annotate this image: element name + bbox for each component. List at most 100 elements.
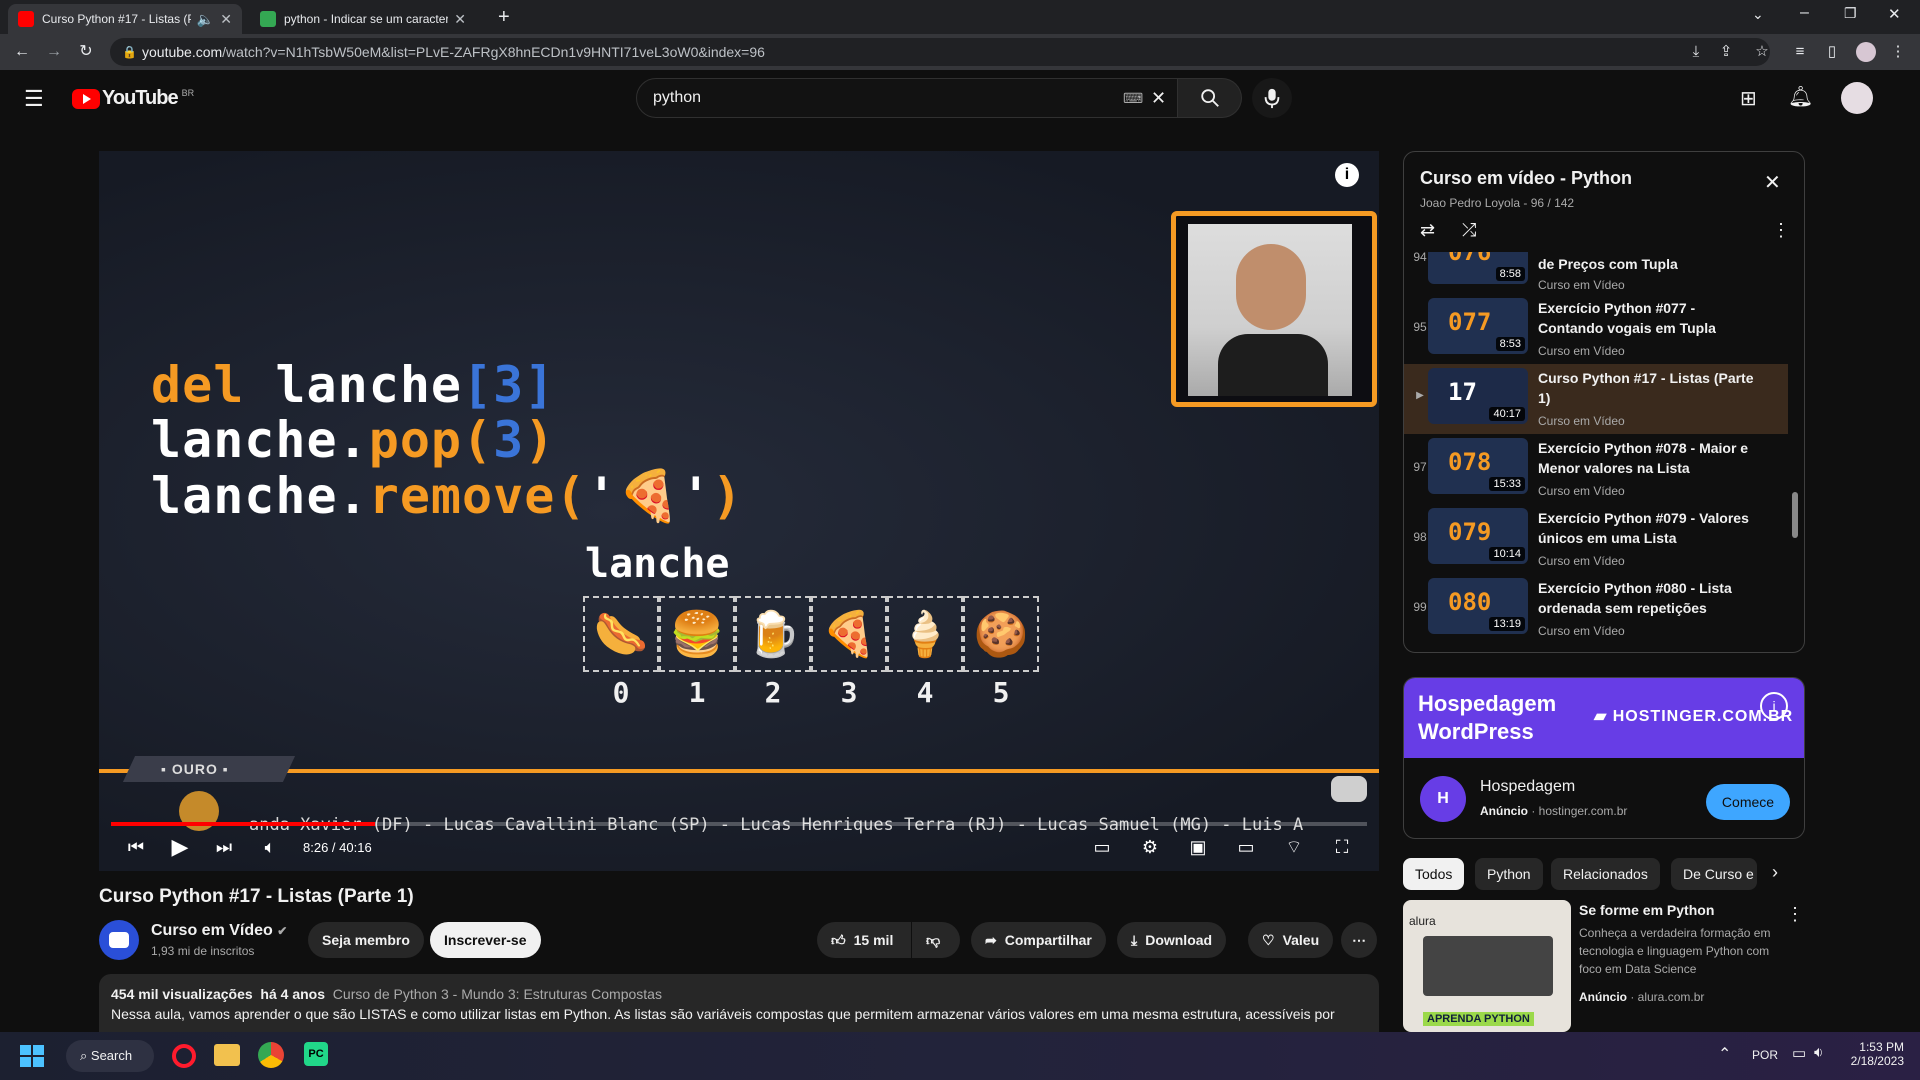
playlist-item-current[interactable]: ▶ 17 40:17 Curso Python #17 - Listas (Par… — [1404, 364, 1788, 434]
tab-close-icon[interactable]: ✕ — [454, 11, 466, 28]
presenter-face — [1236, 244, 1306, 330]
keyboard-icon[interactable]: ⌨ — [1123, 79, 1143, 117]
reload-icon[interactable]: ↻ — [76, 42, 96, 62]
volume-icon[interactable]: 🔈︎ — [257, 834, 283, 860]
bookmark-star-icon[interactable]: ☆ — [1752, 42, 1772, 62]
side-panel-icon[interactable]: ▯ — [1822, 42, 1842, 62]
hamburger-menu-icon[interactable]: ☰ — [24, 86, 44, 112]
download-button[interactable]: ⤓ Download — [1117, 922, 1227, 958]
chip-related[interactable]: Relacionados — [1551, 858, 1660, 890]
media-control-icon[interactable]: ≡ — [1790, 42, 1810, 62]
restore-icon[interactable]: ❐ — [1844, 5, 1857, 22]
playlist-item[interactable]: 94 076 8:58 de Preços com Tupla Curso em … — [1404, 252, 1788, 294]
playlist-owner: Joao Pedro Loyola - 96 / 142 — [1420, 196, 1575, 210]
next-icon[interactable]: ⏭ — [211, 834, 237, 860]
create-video-icon[interactable]: ⊞ — [1740, 86, 1757, 111]
cast-icon[interactable]: ⌔ — [1281, 834, 1307, 860]
input-language[interactable]: POR — [1752, 1048, 1778, 1062]
volume-tray-icon[interactable]: 🔉︎ — [1814, 1044, 1823, 1061]
forward-icon[interactable]: → — [44, 42, 64, 62]
account-avatar[interactable] — [1841, 82, 1873, 114]
chrome-menu-icon[interactable]: ⋮ — [1888, 42, 1908, 62]
back-icon[interactable]: ← — [12, 42, 32, 62]
channel-avatar[interactable] — [99, 920, 139, 960]
previous-icon[interactable]: ⏮ — [123, 834, 149, 860]
more-actions-icon[interactable]: ⋯ — [1341, 922, 1377, 958]
thumb-caption: APRENDA PYTHON — [1423, 1012, 1534, 1026]
share-button[interactable]: ➦ Compartilhar — [971, 922, 1106, 958]
dislike-button[interactable]: 👎︎ — [912, 922, 960, 958]
playlist-scrollbar[interactable] — [1792, 492, 1798, 538]
thanks-button[interactable]: ♡ Valeu — [1248, 922, 1334, 958]
chrome-icon[interactable] — [258, 1042, 284, 1068]
notifications-bell-icon[interactable]: 🔔︎ — [1788, 84, 1813, 109]
chip-from-channel[interactable]: De Curso e — [1671, 858, 1757, 890]
voice-search-button[interactable] — [1252, 78, 1292, 118]
sponsored-meta: Anúncio · alura.com.br — [1579, 990, 1705, 1004]
windows-start-icon[interactable] — [20, 1045, 44, 1067]
url-field[interactable]: 🔒 youtube.com/watch?v=N1hTsbW50eM&list=P… — [110, 38, 1770, 66]
network-icon[interactable]: ▭ — [1792, 1044, 1806, 1062]
tab-search-icon[interactable]: ⌄ — [1752, 6, 1764, 23]
info-icon[interactable]: i — [1335, 163, 1359, 187]
new-tab-button[interactable]: + — [498, 6, 510, 29]
clock[interactable]: 1:53 PM 2/18/2023 — [1848, 1040, 1904, 1068]
shuffle-icon[interactable]: ⤮ — [1462, 220, 1476, 241]
playlist-title[interactable]: Curso em vídeo - Python — [1420, 168, 1632, 189]
chip-all[interactable]: Todos — [1403, 858, 1465, 890]
play-icon[interactable]: ▶ — [167, 834, 193, 860]
video-player[interactable]: del lanche[3] lanche.pop(3) lanche.remov… — [99, 151, 1379, 871]
clear-search-icon[interactable]: ✕ — [1151, 79, 1166, 117]
opera-icon[interactable] — [172, 1044, 196, 1068]
playlist-item[interactable]: 97 078 15:33 Exercício Python #078 - Maio… — [1404, 434, 1788, 504]
like-button[interactable]: 👍︎ 15 mil — [817, 922, 911, 958]
chips-next-icon[interactable]: › — [1772, 862, 1778, 883]
playlist-menu-icon[interactable]: ⋮ — [1772, 220, 1790, 241]
sponsored-menu-icon[interactable]: ⋮ — [1786, 904, 1804, 925]
code-line-1: del lanche[3] — [151, 356, 556, 414]
profile-avatar[interactable] — [1856, 42, 1876, 62]
fullscreen-icon[interactable]: ⛶ — [1329, 834, 1355, 860]
tab-stackoverflow[interactable]: python - Indicar se um caractere ✕ — [250, 4, 476, 34]
pycharm-icon[interactable]: PC — [304, 1042, 328, 1066]
channel-watermark-icon[interactable] — [1331, 776, 1367, 802]
subscribe-button[interactable]: Inscrever-se — [430, 922, 541, 958]
file-explorer-icon[interactable] — [214, 1044, 240, 1066]
taskbar-search[interactable]: ⌕ Search — [66, 1040, 154, 1072]
ad-info-icon[interactable]: i — [1760, 692, 1788, 720]
progress-track[interactable] — [111, 822, 1367, 826]
food-index: 1 — [688, 676, 706, 709]
search-button[interactable] — [1178, 78, 1242, 118]
tab-close-icon[interactable]: ✕ — [220, 11, 232, 28]
sponsored-thumbnail[interactable]: alura APRENDA PYTHON — [1403, 900, 1571, 1032]
ad-banner[interactable]: Hospedagem WordPress ▰ HOSTINGER.COM.BR i — [1404, 678, 1804, 758]
subtitles-icon[interactable]: ▭ — [1089, 834, 1115, 860]
ad-cta-button[interactable]: Comece — [1706, 784, 1790, 820]
install-icon[interactable]: ⤓ — [1686, 42, 1706, 62]
share-icon[interactable]: ⇪ — [1716, 42, 1736, 62]
settings-gear-icon[interactable]: ⚙ — [1137, 834, 1163, 860]
tab-youtube[interactable]: Curso Python #17 - Listas (Pa 🔈 ✕ — [8, 4, 242, 34]
youtube-logo[interactable]: YouTube BR — [72, 87, 194, 110]
playlist-item[interactable]: 98 079 10:14 Exercício Python #079 - Valo… — [1404, 504, 1788, 574]
close-playlist-icon[interactable]: ✕ — [1764, 170, 1781, 195]
minimize-icon[interactable]: – — [1800, 4, 1809, 22]
miniplayer-icon[interactable]: ▣ — [1185, 834, 1211, 860]
sponsored-title[interactable]: Se forme em Python — [1579, 902, 1714, 918]
speaker-icon[interactable]: 🔈 — [197, 11, 214, 28]
tray-chevron-icon[interactable]: ⌃ — [1718, 1044, 1731, 1064]
theater-mode-icon[interactable]: ▭ — [1233, 834, 1259, 860]
window-close-icon[interactable]: ✕ — [1888, 5, 1901, 23]
ad-banner-text: Hospedagem WordPress — [1418, 691, 1557, 744]
loop-icon[interactable]: ⇄ — [1420, 220, 1435, 241]
chip-python[interactable]: Python — [1475, 858, 1543, 890]
ad-card[interactable]: Hospedagem WordPress ▰ HOSTINGER.COM.BR i… — [1403, 677, 1805, 839]
playlist-item[interactable]: 99 080 13:19 Exercício Python #080 - List… — [1404, 574, 1788, 644]
now-playing-icon: ▶ — [1416, 390, 1424, 401]
description-box[interactable]: 454 mil visualizações há 4 anos Curso de… — [99, 974, 1379, 1032]
playlist-item[interactable]: 95 077 8:53 Exercício Python #077 - Conta… — [1404, 294, 1788, 364]
join-button[interactable]: Seja membro — [308, 922, 424, 958]
channel-name[interactable]: Curso em Vídeo ✔ — [151, 922, 287, 940]
search-icon — [1200, 89, 1219, 107]
search-input[interactable]: python ⌨ ✕ — [636, 78, 1178, 118]
